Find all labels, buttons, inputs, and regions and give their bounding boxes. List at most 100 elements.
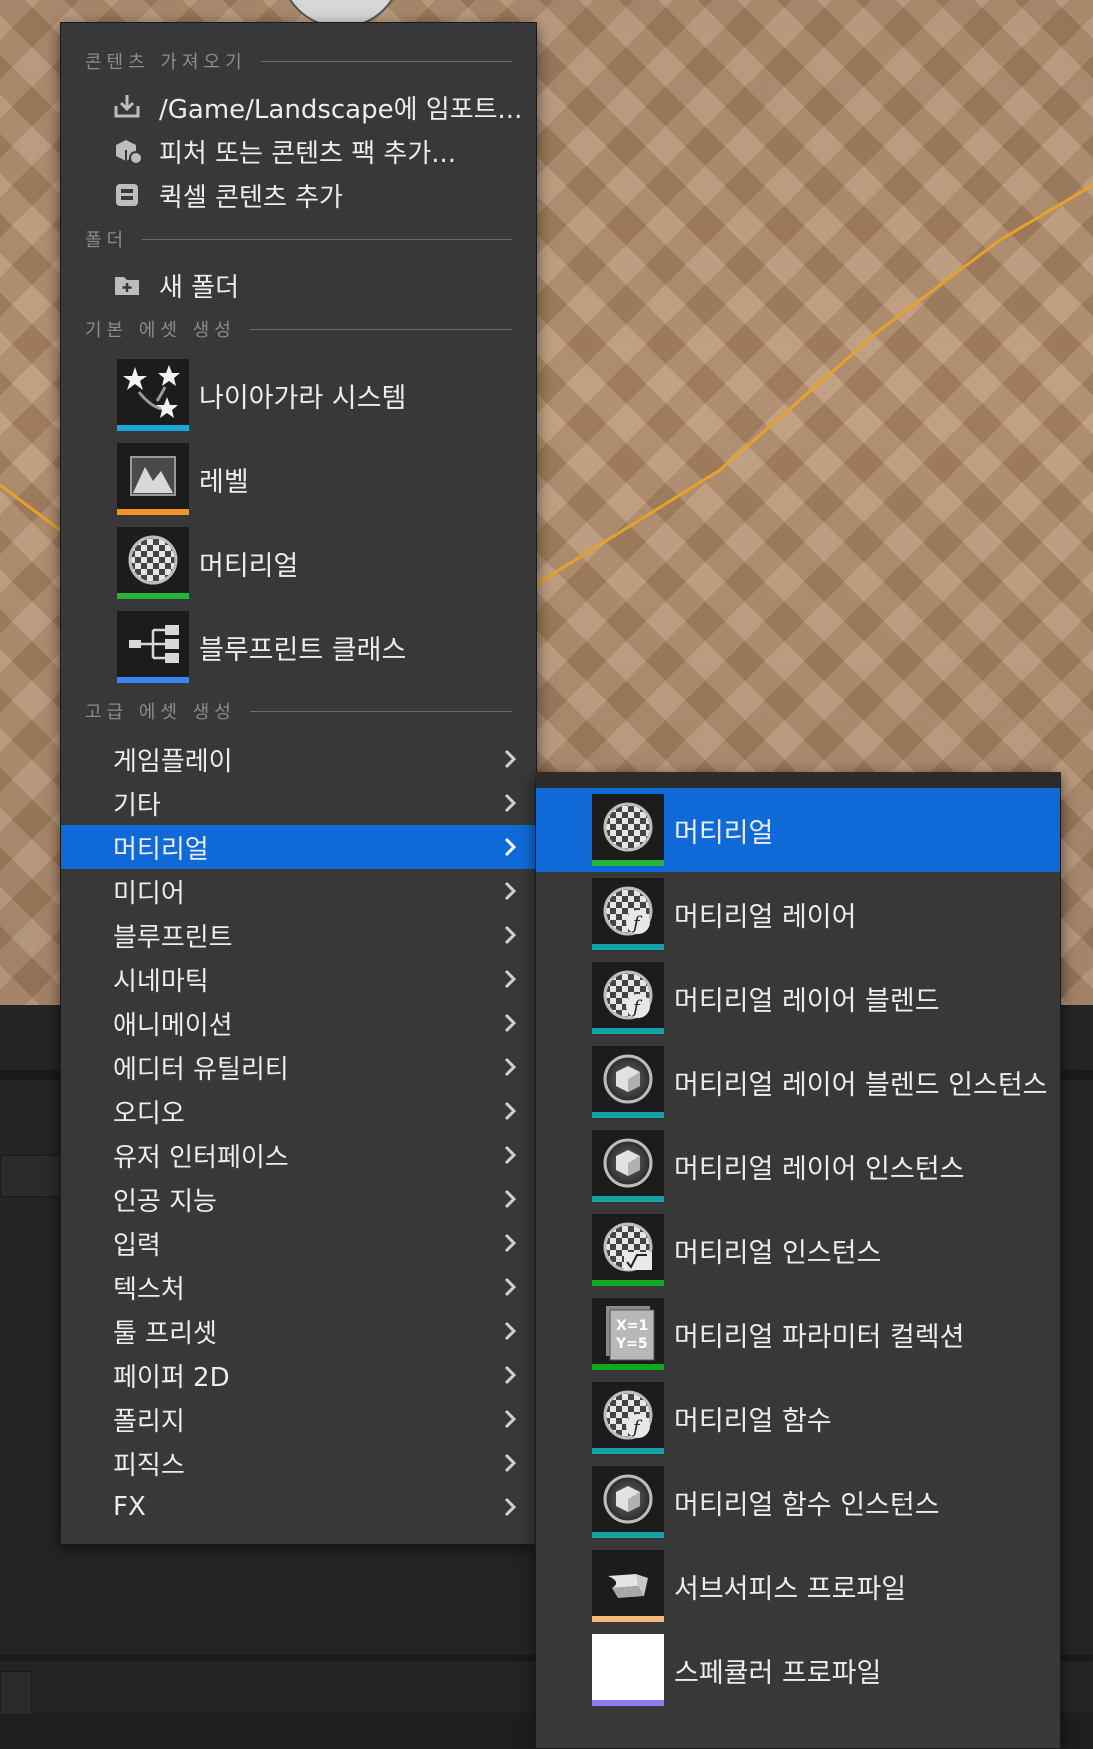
submenu-material-function-instance[interactable]: 머티리얼 함수 인스턴스 xyxy=(536,1460,1060,1544)
submenu-material-layer-instance[interactable]: 머티리얼 레이어 인스턴스 xyxy=(536,1124,1060,1208)
chevron-right-icon xyxy=(500,1321,520,1341)
category-label: 유저 인터페이스 xyxy=(113,1142,289,1173)
section-divider xyxy=(249,328,512,330)
submenu-material-layer-blend[interactable]: f 머티리얼 레이어 블렌드 xyxy=(536,956,1060,1040)
material-layer-blend-instance-icon xyxy=(592,1046,664,1118)
category-label: 오디오 xyxy=(113,1098,185,1129)
material-layer-blend-icon: f xyxy=(592,962,664,1034)
submenu-item-label: 머티리얼 파라미터 컬렉션 xyxy=(674,1321,965,1353)
category-tool-presets[interactable]: 툴 프리셋 xyxy=(61,1309,536,1353)
specular-profile-icon xyxy=(592,1634,664,1706)
chevron-right-icon xyxy=(500,793,520,813)
category-label: 텍스처 xyxy=(113,1274,185,1305)
asset-type-bar xyxy=(592,1196,664,1202)
category-misc[interactable]: 기타 xyxy=(61,781,536,825)
chevron-right-icon xyxy=(500,1277,520,1297)
category-label: 피직스 xyxy=(113,1450,185,1481)
submenu-specular-profile[interactable]: 스페큘러 프로파일 xyxy=(536,1628,1060,1712)
new-folder-item-label: 새 폴더 xyxy=(159,272,240,303)
category-user-interface[interactable]: 유저 인터페이스 xyxy=(61,1133,536,1177)
param-glyph-y: Y=5 xyxy=(615,1336,648,1352)
blueprint-class-item[interactable]: 블루프린트 클래스 xyxy=(61,605,536,689)
section-divider xyxy=(260,60,512,62)
asset-type-bar xyxy=(592,944,664,950)
category-paper-2d[interactable]: 페이퍼 2D xyxy=(61,1353,536,1397)
import-to-landscape-item[interactable]: /Game/Landscape에 임포트... xyxy=(61,85,536,129)
niagara-system-item[interactable]: 나이아가라 시스템 xyxy=(61,353,536,437)
category-animation[interactable]: 애니메이션 xyxy=(61,1001,536,1045)
chevron-right-icon xyxy=(500,1013,520,1033)
add-quixel-content-item[interactable]: 퀵셀 콘텐츠 추가 xyxy=(61,173,536,217)
asset-type-bar xyxy=(592,1700,664,1706)
chevron-right-icon xyxy=(500,749,520,769)
panel-tab[interactable] xyxy=(0,1671,32,1715)
submenu-material-instance[interactable]: 머티리얼 인스턴스 xyxy=(536,1208,1060,1292)
param-glyph-x: X=1 xyxy=(616,1318,648,1334)
chevron-right-icon xyxy=(500,1453,520,1473)
chevron-right-icon xyxy=(500,1365,520,1385)
category-label: 시네마틱 xyxy=(113,966,209,997)
category-label: 머티리얼 xyxy=(113,834,209,865)
category-label: 기타 xyxy=(113,790,161,821)
submenu-material[interactable]: 머티리얼 xyxy=(536,788,1060,872)
submenu-material-layer[interactable]: f 머티리얼 레이어 xyxy=(536,872,1060,956)
panel-tab[interactable] xyxy=(0,1155,62,1197)
category-texture[interactable]: 텍스처 xyxy=(61,1265,536,1309)
blueprint-class-label: 블루프린트 클래스 xyxy=(199,634,407,666)
category-label: 에디터 유틸리티 xyxy=(113,1054,289,1085)
category-input[interactable]: 입력 xyxy=(61,1221,536,1265)
category-ai[interactable]: 인공 지능 xyxy=(61,1177,536,1221)
category-blueprint[interactable]: 블루프린트 xyxy=(61,913,536,957)
category-cinematic[interactable]: 시네마틱 xyxy=(61,957,536,1001)
category-editor-utility[interactable]: 에디터 유틸리티 xyxy=(61,1045,536,1089)
category-physics[interactable]: 피직스 xyxy=(61,1441,536,1485)
content-pack-item-label: 피처 또는 콘텐츠 팩 추가... xyxy=(159,138,457,169)
asset-type-bar xyxy=(117,425,189,431)
level-item[interactable]: 레벨 xyxy=(61,437,536,521)
submenu-subsurface-profile[interactable]: 서브서피스 프로파일 xyxy=(536,1544,1060,1628)
category-material[interactable]: 머티리얼 xyxy=(61,825,536,869)
category-label: 인공 지능 xyxy=(113,1186,217,1217)
add-feature-pack-item[interactable]: 피처 또는 콘텐츠 팩 추가... xyxy=(61,129,536,173)
category-label: 툴 프리셋 xyxy=(113,1318,217,1349)
quixel-item-label: 퀵셀 콘텐츠 추가 xyxy=(159,182,343,213)
category-label: 미디어 xyxy=(113,878,185,909)
level-icon xyxy=(117,443,189,515)
category-fx[interactable]: FX xyxy=(61,1485,536,1529)
section-divider xyxy=(142,238,512,240)
asset-type-bar xyxy=(592,1112,664,1118)
asset-type-bar xyxy=(117,677,189,683)
submenu-item-label: 서브서피스 프로파일 xyxy=(674,1573,907,1605)
submenu-material-layer-blend-instance[interactable]: 머티리얼 레이어 블렌드 인스턴스 xyxy=(536,1040,1060,1124)
submenu-material-function[interactable]: f 머티리얼 함수 xyxy=(536,1376,1060,1460)
category-foliage[interactable]: 폴리지 xyxy=(61,1397,536,1441)
category-label: 페이퍼 2D xyxy=(113,1362,230,1393)
material-instance-icon xyxy=(592,1214,664,1286)
section-divider xyxy=(249,710,512,712)
submenu-item-label: 스페큘러 프로파일 xyxy=(674,1657,882,1689)
category-media[interactable]: 미디어 xyxy=(61,869,536,913)
category-label: 애니메이션 xyxy=(113,1010,233,1041)
asset-type-bar xyxy=(592,1448,664,1454)
section-import: 콘텐츠 가져오기 xyxy=(85,51,512,73)
submenu-material-parameter-collection[interactable]: X=1 Y=5 머티리얼 파라미터 컬렉션 xyxy=(536,1292,1060,1376)
material-parameter-collection-icon: X=1 Y=5 xyxy=(592,1298,664,1370)
category-gameplay[interactable]: 게임플레이 xyxy=(61,737,536,781)
submenu-item-label: 머티리얼 레이어 블렌드 인스턴스 xyxy=(674,1069,1048,1101)
material-function-icon: f xyxy=(592,1382,664,1454)
quixel-icon xyxy=(111,179,143,211)
material-label: 머티리얼 xyxy=(199,550,299,582)
section-folder: 폴더 xyxy=(85,229,512,251)
subsurface-profile-icon xyxy=(592,1550,664,1622)
submenu-item-label: 머티리얼 레이어 xyxy=(674,901,857,933)
new-folder-item[interactable]: 새 폴더 xyxy=(61,263,536,307)
section-advanced-label: 고급 에셋 생성 xyxy=(85,702,236,723)
category-audio[interactable]: 오디오 xyxy=(61,1089,536,1133)
submenu-item-label: 머티리얼 레이어 블렌드 xyxy=(674,985,940,1017)
new-folder-icon xyxy=(111,269,143,301)
import-item-label: /Game/Landscape에 임포트... xyxy=(159,94,523,125)
niagara-system-icon xyxy=(117,359,189,431)
chevron-right-icon xyxy=(500,925,520,945)
material-item[interactable]: 머티리얼 xyxy=(61,521,536,605)
section-folder-label: 폴더 xyxy=(85,230,129,251)
